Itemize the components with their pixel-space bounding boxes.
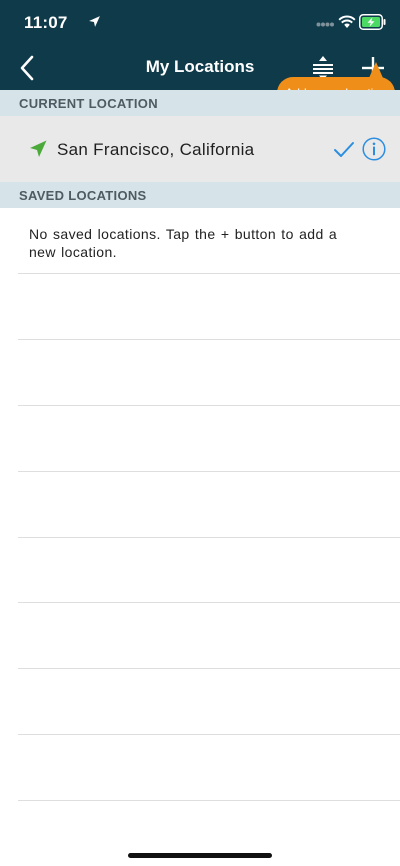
list-divider — [18, 339, 400, 340]
list-divider — [18, 800, 400, 801]
saved-locations-header-label: SAVED LOCATIONS — [19, 188, 147, 203]
page-title: My Locations — [145, 57, 255, 76]
list-divider — [18, 602, 400, 603]
status-time: 11:07 — [24, 13, 68, 32]
home-indicator[interactable] — [128, 853, 272, 858]
saved-locations-header: SAVED LOCATIONS — [0, 182, 400, 208]
current-location-row[interactable]: San Francisco, California — [0, 116, 400, 182]
current-location-label: San Francisco, California — [57, 140, 255, 159]
list-divider — [18, 273, 400, 274]
list-divider — [18, 537, 400, 538]
empty-state-message: No saved locations. Tap the + button to … — [29, 226, 338, 260]
status-bar: 11:07 — [0, 0, 400, 46]
location-services-icon — [89, 16, 100, 27]
list-divider — [18, 668, 400, 669]
checkmark-icon — [334, 142, 354, 157]
tooltip-pointer — [369, 62, 383, 78]
location-arrow-icon — [30, 140, 47, 157]
info-icon[interactable] — [362, 137, 386, 161]
wifi-icon — [338, 15, 356, 28]
list-divider — [18, 734, 400, 735]
list-divider — [18, 471, 400, 472]
signal-icon — [316, 22, 334, 27]
battery-icon — [359, 14, 386, 30]
current-location-header-label: CURRENT LOCATION — [19, 96, 158, 111]
list-divider — [18, 405, 400, 406]
current-location-header: CURRENT LOCATION — [0, 90, 400, 116]
